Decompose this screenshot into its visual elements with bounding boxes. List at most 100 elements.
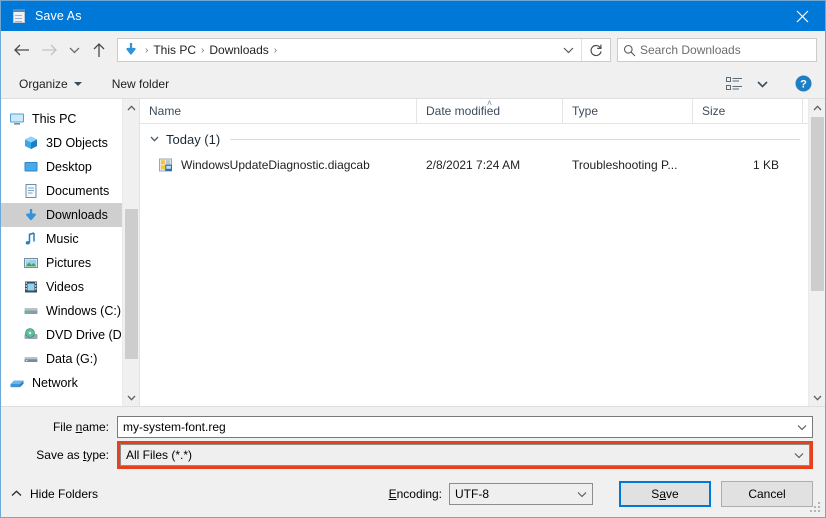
documents-icon [23,183,39,199]
cancel-button-label: Cancel [748,487,786,501]
sidebar-item-downloads[interactable]: Downloads [1,203,139,227]
breadcrumb-item-1[interactable]: Downloads [206,43,271,57]
chevron-down-icon[interactable] [572,491,592,498]
back-button[interactable] [7,36,35,64]
organize-button[interactable]: Organize [13,74,88,94]
resize-grip[interactable] [810,502,822,514]
file-list-scrollbar[interactable] [808,99,825,406]
title-bar: Save As [1,1,825,31]
address-bar[interactable]: › This PC › Downloads › [117,38,611,62]
sidebar-item-label: 3D Objects [46,136,108,150]
sidebar-item-label: Network [32,376,78,390]
file-name-input[interactable]: my-system-font.reg [117,416,813,438]
search-box[interactable]: Search Downloads [617,38,817,62]
new-folder-label: New folder [111,76,170,91]
diagcab-file-icon [158,157,174,173]
sidebar-item-network[interactable]: Network [1,371,139,395]
breadcrumb-separator: › [145,44,149,56]
save-as-type-label-pre: Save as [36,448,83,462]
file-name: WindowsUpdateDiagnostic.diagcab [181,158,370,172]
sidebar-scrollbar-thumb[interactable] [125,209,138,359]
save-button-label-pre: S [651,487,660,501]
chevron-down-icon[interactable] [123,389,139,406]
cancel-button[interactable]: Cancel [721,481,813,507]
sidebar-item-this-pc[interactable]: This PC [1,107,139,131]
hide-folders-button[interactable]: Hide Folders [11,487,98,501]
encoding-value: UTF-8 [455,487,489,501]
column-label: Size [702,104,726,118]
sidebar-item-documents[interactable]: Documents [1,179,139,203]
column-header-date-modified[interactable]: ˄ Date modified [417,99,563,123]
sidebar-item-videos[interactable]: Videos [1,275,139,299]
chevron-down-icon[interactable] [148,136,160,142]
refresh-button[interactable] [581,39,610,61]
sidebar-item-3d-objects[interactable]: 3D Objects [1,131,139,155]
navigation-bar: › This PC › Downloads › Search Downloads [1,31,825,69]
organize-label: Organize [19,76,68,91]
downloads-arrow-icon [123,42,141,58]
group-header-today[interactable]: Today (1) [140,124,808,154]
chevron-down-icon[interactable] [809,389,825,406]
save-as-type-label: Save as type: [1,448,117,462]
save-button[interactable]: Sa ve [619,481,711,507]
sidebar-item-label: Windows (C:) [46,304,122,318]
sidebar-scrollbar[interactable] [122,99,139,406]
address-dropdown-button[interactable] [555,39,581,61]
help-circle-icon[interactable]: ? [789,73,817,95]
column-header-name[interactable]: Name [140,99,417,123]
music-note-icon [23,231,39,247]
view-list-icon[interactable] [721,73,747,95]
search-icon [618,44,640,57]
cube-icon [23,135,39,151]
window-title: Save As [35,9,82,23]
view-options-chevron-down-icon[interactable] [749,73,775,95]
file-name-cell[interactable]: WindowsUpdateDiagnostic.diagcab [140,154,417,176]
monitor-icon [9,111,25,127]
file-name-row: File name: my-system-font.reg [1,415,825,439]
group-label: Today (1) [166,131,221,147]
sidebar-item-windows-c[interactable]: Windows (C:) [1,299,139,323]
sidebar-item-dvd-drive-d[interactable]: DVD Drive (D:) C [1,323,139,347]
file-name-label-post: ame: [82,420,109,434]
sidebar-item-label: Videos [46,280,84,294]
table-row[interactable]: WindowsUpdateDiagnostic.diagcab 2/8/2021… [140,154,808,176]
desktop-icon [23,159,39,175]
search-input[interactable]: Search Downloads [640,43,741,57]
save-as-type-dropdown[interactable]: All Files (*.*) [120,444,810,466]
chevron-up-icon [11,488,22,500]
sort-ascending-icon: ˄ [486,99,493,108]
hard-drive-icon [23,351,39,367]
dvd-drive-icon [23,327,39,343]
group-divider [230,138,800,140]
chevron-up-icon[interactable] [809,99,825,116]
network-icon [9,375,25,391]
sidebar-item-music[interactable]: Music [1,227,139,251]
sidebar-item-label: This PC [32,112,77,126]
column-label: Type [572,104,599,118]
chevron-down-icon[interactable] [789,452,809,459]
sidebar-item-label: Desktop [46,160,92,174]
chevron-down-icon [73,81,82,86]
chevron-down-icon[interactable] [792,424,812,431]
sidebar-item-data-g[interactable]: Data (G:) [1,347,139,371]
file-name-value: my-system-font.reg [123,420,226,434]
file-name-label-pre: File [52,420,76,434]
new-folder-button[interactable]: New folder [106,74,175,94]
file-list-scrollbar-thumb[interactable] [811,117,824,291]
column-header-size[interactable]: Size [693,99,803,123]
encoding-dropdown[interactable]: UTF-8 [449,483,593,505]
sidebar-item-label: Music [46,232,79,246]
chevron-up-icon[interactable] [123,99,139,116]
dialog-footer: Hide Folders Encoding: UTF-8 Sa ve Cancel [1,471,825,517]
up-button[interactable] [85,36,113,64]
column-header-type[interactable]: Type [563,99,693,123]
recent-locations-button[interactable] [63,36,85,64]
navigation-pane: This PC 3D Objects Desktop Documents Dow… [1,99,139,406]
sidebar-item-pictures[interactable]: Pictures [1,251,139,275]
breadcrumb-item-0[interactable]: This PC [150,43,199,57]
close-button[interactable] [779,1,825,31]
file-list-pane: Name ˄ Date modified Type Size Today (1) [139,99,825,406]
forward-button[interactable] [35,36,63,64]
sidebar-item-desktop[interactable]: Desktop [1,155,139,179]
hard-drive-icon [23,303,39,319]
